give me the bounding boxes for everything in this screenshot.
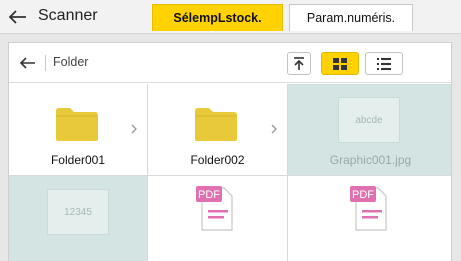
toolbar-divider <box>45 55 46 71</box>
grid-item-pdf[interactable]: PDF <box>148 176 288 261</box>
page-title: Scanner <box>38 7 98 24</box>
item-label: Folder002 <box>190 153 245 167</box>
folder-icon <box>56 108 98 141</box>
browser-toolbar: Folder <box>9 43 451 83</box>
image-thumbnail: 12345 <box>47 189 109 235</box>
folder-back-button[interactable] <box>15 51 41 75</box>
folder-icon <box>195 108 237 141</box>
grid-item-image: abcde Graphic001.jpg <box>288 84 451 176</box>
back-button[interactable] <box>4 2 32 32</box>
pdf-badge: PDF <box>352 189 374 201</box>
back-arrow-icon <box>20 57 35 69</box>
item-label: Graphic001.jpg <box>329 153 412 167</box>
chevron-right-icon <box>131 124 137 134</box>
grid-item-folder[interactable]: Folder001 <box>9 84 148 176</box>
pdf-file-icon: PDF <box>196 186 233 231</box>
thumbnail-view-button[interactable] <box>321 52 359 75</box>
grid-item-pdf[interactable]: PDF <box>288 176 451 261</box>
app-header: Scanner SélempLstock. Param.numéris. <box>0 0 461 34</box>
grid-item-image: 12345 <box>9 176 148 261</box>
pdf-file-icon: PDF <box>350 186 387 231</box>
scroll-to-top-button[interactable] <box>287 52 311 75</box>
main-panel: Folder Folder001 Folder002 abcde Graphic… <box>0 34 461 261</box>
tab-select-storage[interactable]: SélempLstock. <box>152 4 283 31</box>
image-thumbnail: abcde <box>338 97 400 143</box>
chevron-right-icon <box>271 124 277 134</box>
list-view-button[interactable] <box>365 52 403 75</box>
thumbnail-view-icon <box>333 57 347 70</box>
pdf-badge: PDF <box>198 189 220 201</box>
current-folder-path: Folder <box>53 55 89 69</box>
file-browser: Folder Folder001 Folder002 abcde Graphic… <box>8 42 452 261</box>
grid-item-folder[interactable]: Folder002 <box>148 84 288 176</box>
list-view-icon <box>377 57 391 70</box>
item-label: Folder001 <box>50 153 106 167</box>
back-arrow-icon <box>9 10 26 24</box>
scroll-to-top-icon <box>294 56 304 70</box>
tab-scan-settings[interactable]: Param.numéris. <box>289 4 413 31</box>
